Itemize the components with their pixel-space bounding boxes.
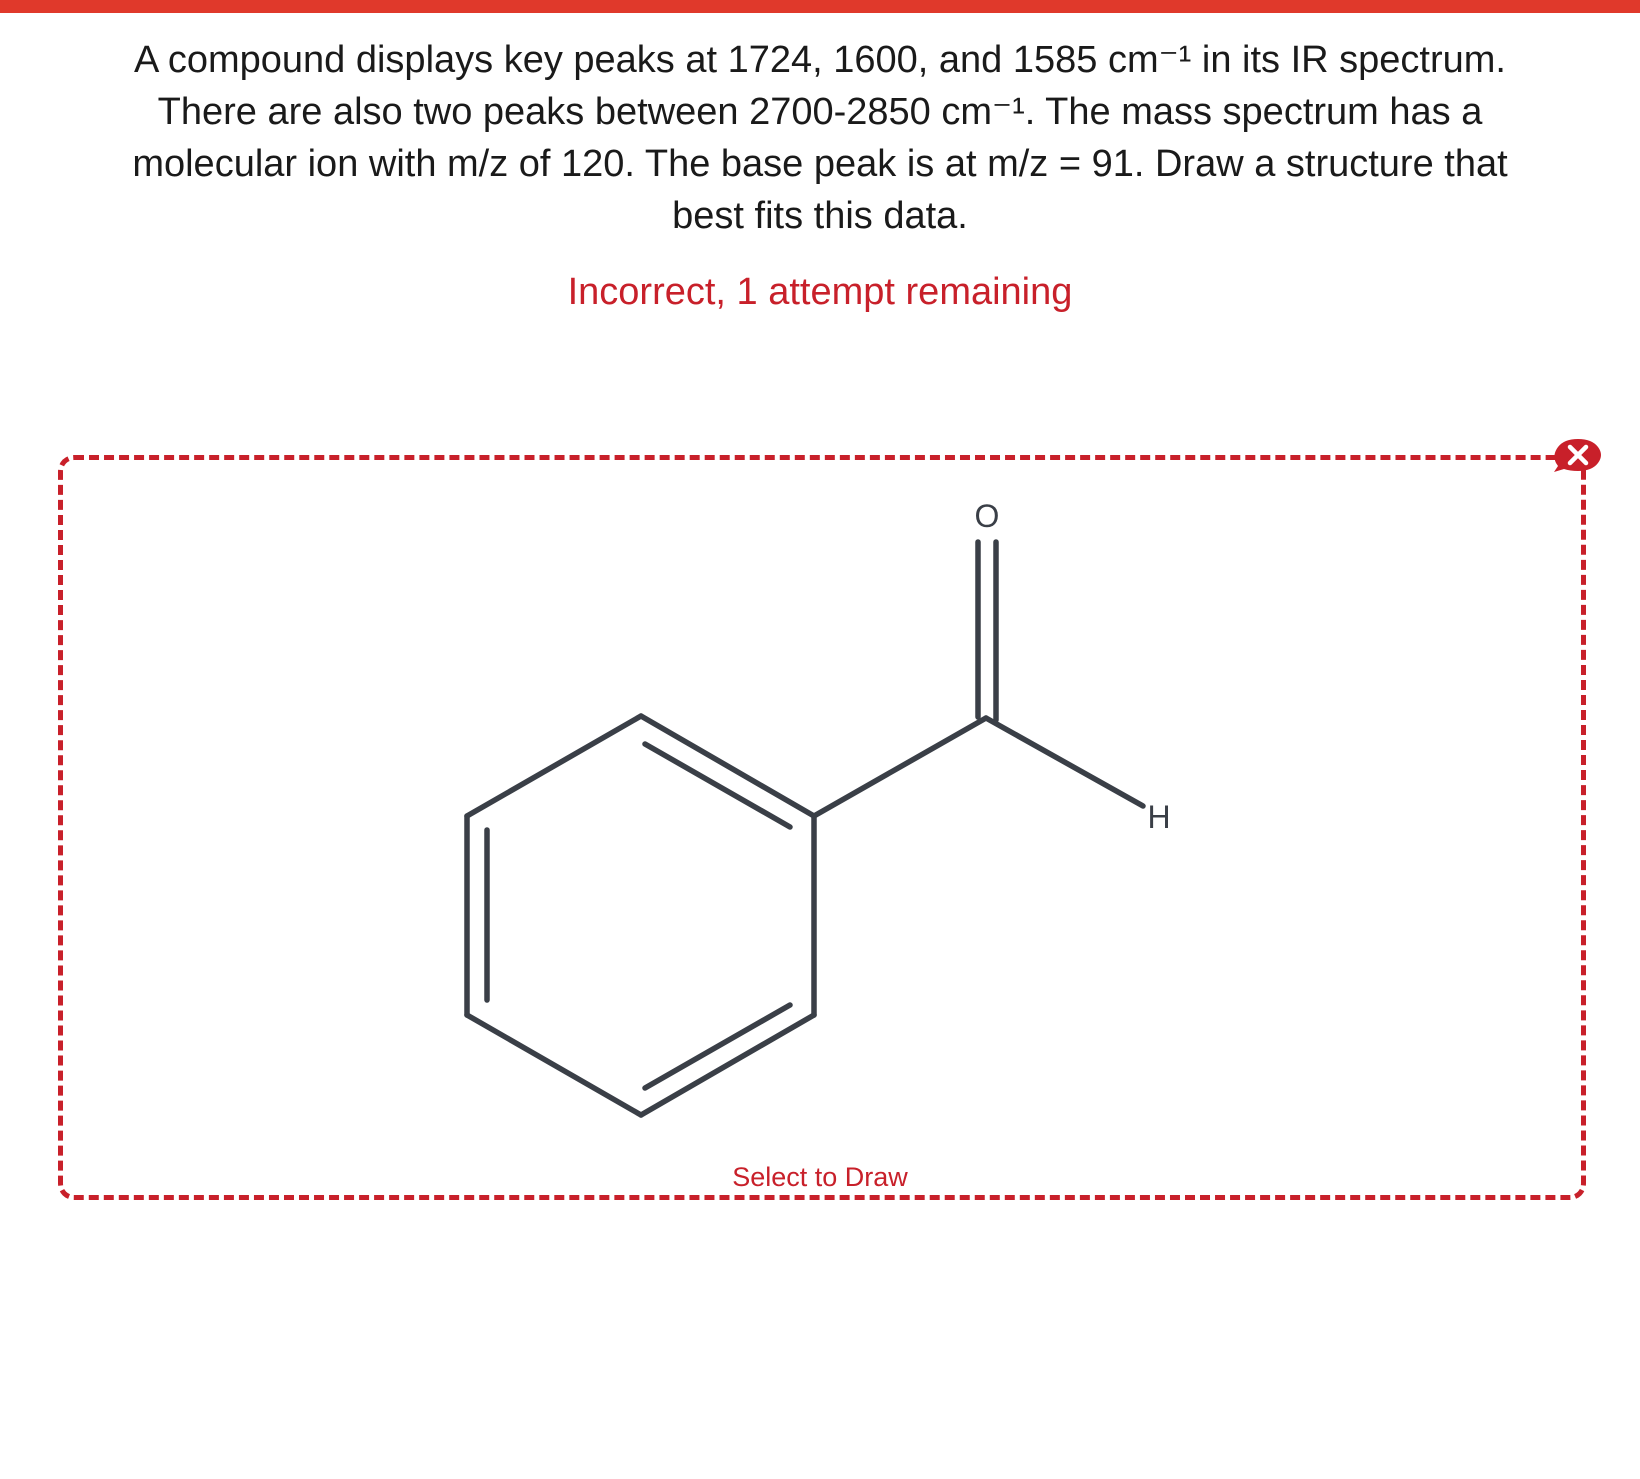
top-accent-bar <box>0 0 1640 13</box>
question-line: There are also two peaks between 2700-28… <box>157 91 1483 133</box>
select-to-draw-label[interactable]: Select to Draw <box>0 1160 1640 1194</box>
attempt-status: Incorrect, 1 attempt remaining <box>567 271 1073 313</box>
question-line: molecular ion with m/z of 120. The base … <box>132 143 1508 185</box>
drawing-canvas[interactable] <box>58 455 1586 1200</box>
question-line: A compound displays key peaks at 1724, 1… <box>134 39 1506 81</box>
question-line: best fits this data. <box>672 195 968 237</box>
close-icon[interactable] <box>1550 436 1606 474</box>
question-text: A compound displays key peaks at 1724, 1… <box>60 34 1580 242</box>
